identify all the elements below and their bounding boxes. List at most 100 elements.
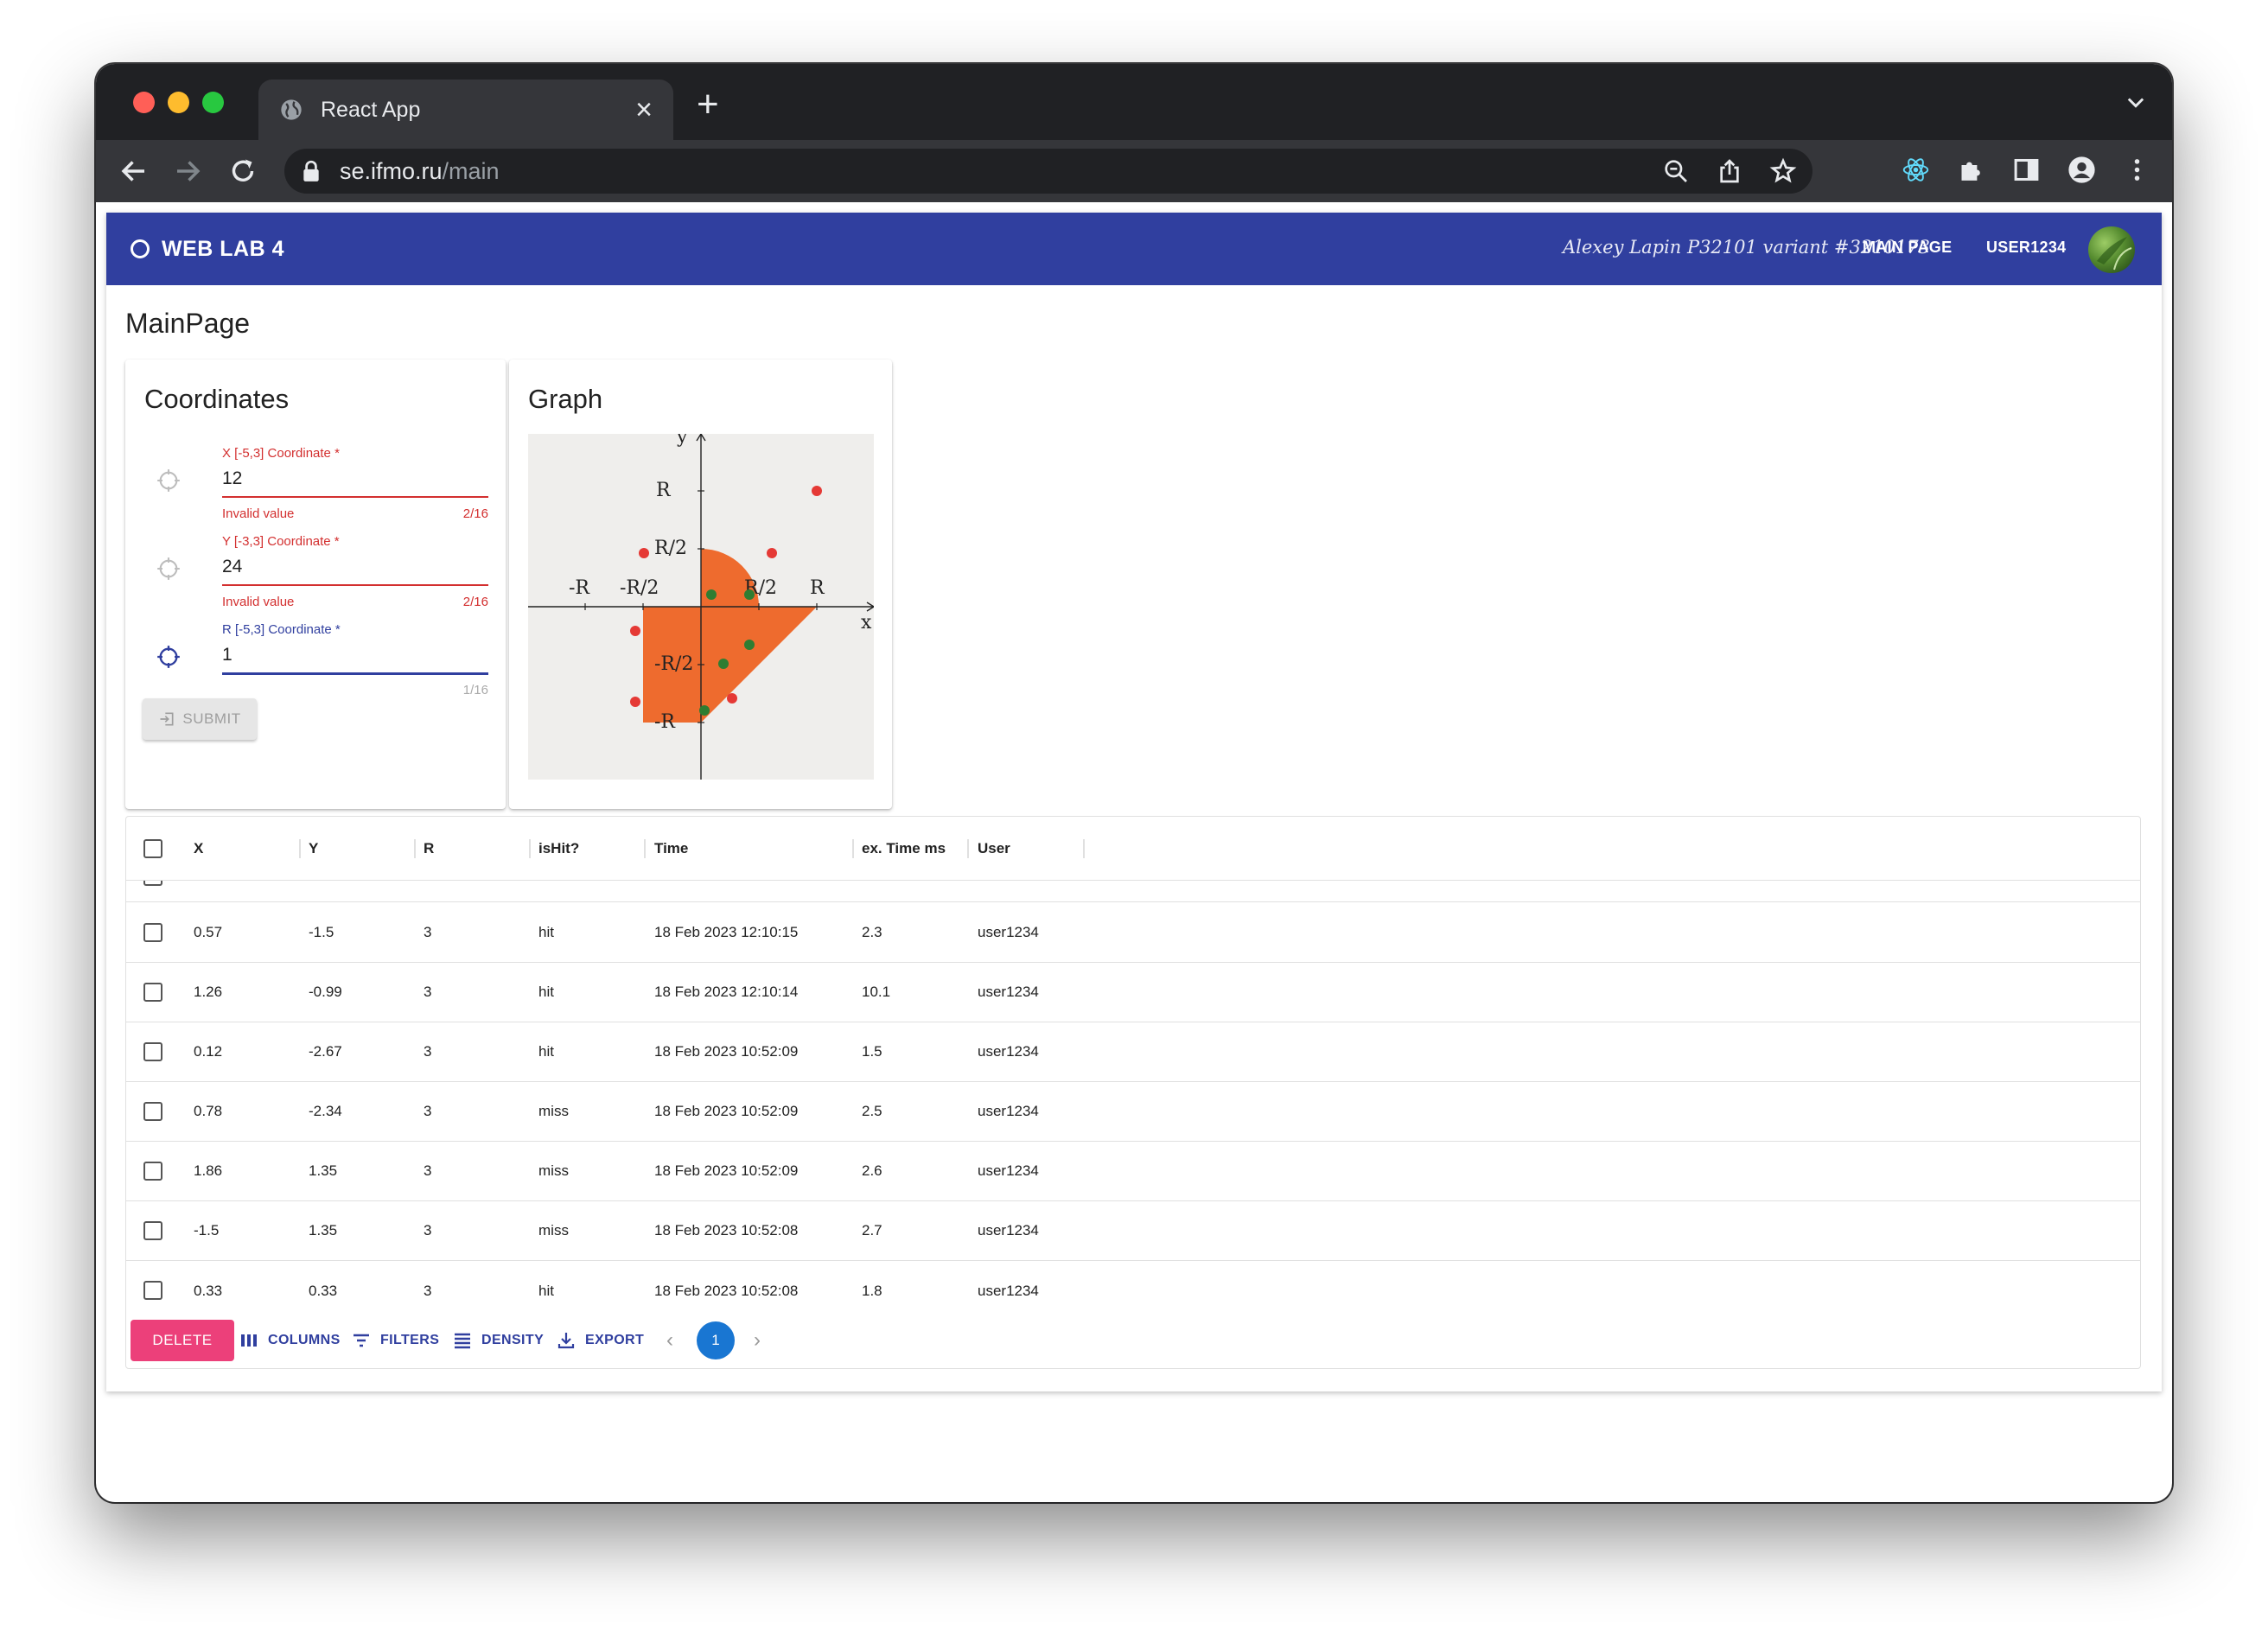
row-checkbox[interactable] [143, 923, 162, 942]
density-button[interactable]: DENSITY [452, 1330, 544, 1351]
address-bar[interactable]: se.ifmo.ru/main [284, 149, 1812, 194]
r-char-count: 1/16 [462, 683, 488, 697]
cell-y: 0.33 [309, 1282, 338, 1299]
y-coordinate-field: Y [-3,3] Coordinate * Invalid value 2/16 [125, 534, 506, 621]
cell-x: 1.86 [194, 1162, 223, 1179]
x-input[interactable] [222, 468, 481, 489]
cell-user: user1234 [978, 1282, 1039, 1299]
sidepanel-icon[interactable] [2012, 156, 2041, 184]
submit-button[interactable]: SUBMIT [143, 698, 257, 740]
row-checkbox[interactable] [143, 1221, 162, 1240]
forward-arrow-icon[interactable] [172, 156, 203, 187]
table-row[interactable]: 0.12 -2.67 3 hit 18 Feb 2023 10:52:09 1.5 user… [126, 1022, 2140, 1082]
columns-button[interactable]: COLUMNS [239, 1330, 341, 1351]
user-button[interactable]: USER1234 [1986, 239, 2066, 257]
cell-x: 0.57 [194, 924, 223, 940]
delete-button[interactable]: DELETE [131, 1320, 234, 1361]
column-header-y[interactable]: Y [309, 817, 318, 880]
miss-point [630, 697, 640, 707]
r-top-label: R [656, 480, 672, 501]
table-row[interactable]: 0.57 -1.5 3 hit 18 Feb 2023 12:10:15 2.3 user1… [126, 903, 2140, 963]
density-icon [455, 1333, 470, 1349]
miss-point [812, 486, 822, 496]
cell-user: user1234 [978, 924, 1039, 940]
share-icon[interactable] [1716, 157, 1743, 185]
brand[interactable]: WEB LAB 4 [131, 237, 284, 262]
column-header-r[interactable]: R [424, 817, 434, 880]
browser-tab[interactable]: React App × [258, 80, 673, 140]
row-checkbox[interactable] [143, 1102, 162, 1121]
table-row[interactable]: -1.5 1.35 3 miss 18 Feb 2023 10:52:08 2.7 user… [126, 1201, 2140, 1261]
table-row[interactable]: 1.86 1.35 3 miss 18 Feb 2023 10:52:09 2.6 user… [126, 1142, 2140, 1201]
column-header-exec-time[interactable]: ex. Time ms [862, 817, 946, 880]
table-row[interactable]: 0.33 0.33 3 hit 18 Feb 2023 10:52:08 1.8 user1… [126, 1261, 2140, 1321]
zoom-icon[interactable] [1662, 157, 1690, 185]
neg-r-bottom-label: -R [654, 711, 676, 733]
cell-ishit: hit [538, 984, 554, 1000]
hit-point [718, 659, 729, 669]
r-input[interactable] [222, 645, 481, 665]
r-label: R [-5,3] Coordinate * [222, 622, 341, 637]
cell-exec-time: 2.7 [862, 1222, 882, 1238]
star-icon[interactable] [1769, 157, 1797, 185]
r-right-label: R [810, 577, 825, 599]
row-checkbox[interactable] [143, 1042, 162, 1061]
maximize-window-button[interactable] [202, 92, 224, 113]
reload-icon[interactable] [227, 156, 258, 187]
filters-button[interactable]: FILTERS [351, 1330, 439, 1351]
cell-r: 3 [424, 984, 432, 1000]
y-input[interactable] [222, 557, 481, 577]
density-label: DENSITY [481, 1333, 545, 1347]
table-row[interactable]: 1.26 -0.99 3 hit 18 Feb 2023 12:10:14 10.1 use… [126, 963, 2140, 1022]
chevron-down-icon[interactable] [2124, 90, 2148, 114]
filters-label: FILTERS [380, 1333, 440, 1347]
cell-r: 3 [424, 1043, 432, 1060]
tab-strip: React App × + [96, 64, 2172, 140]
column-header-user[interactable]: User [978, 817, 1010, 880]
close-window-button[interactable] [133, 92, 155, 113]
row-checkbox[interactable] [143, 1162, 162, 1181]
next-page-icon[interactable]: › [754, 1328, 761, 1353]
minimize-window-button[interactable] [168, 92, 189, 113]
cell-exec-time: 2.5 [862, 1103, 882, 1119]
kebab-menu-icon[interactable] [2123, 156, 2151, 184]
graph-card: Graph y x R R/2 -R -R/2 R/2 R -R/2 -R [509, 360, 892, 809]
column-header-x[interactable]: X [194, 817, 203, 880]
column-header-time[interactable]: Time [654, 817, 688, 880]
row-checkbox[interactable] [143, 983, 162, 1002]
y-label: Y [-3,3] Coordinate * [222, 534, 340, 549]
cell-ishit: miss [538, 1222, 569, 1238]
x-axis-label: x [861, 612, 872, 634]
page-number-button[interactable]: 1 [697, 1321, 735, 1359]
cell-time: 18 Feb 2023 12:10:14 [654, 984, 799, 1000]
cell-r: 3 [424, 1282, 432, 1299]
column-header-ishit[interactable]: isHit? [538, 817, 579, 880]
cell-time: 18 Feb 2023 12:10:15 [654, 924, 799, 940]
graph-canvas[interactable]: y x R R/2 -R -R/2 R/2 R -R/2 -R [528, 434, 874, 780]
brand-title: WEB LAB 4 [162, 236, 284, 261]
profile-icon[interactable] [2067, 156, 2096, 184]
select-all-checkbox[interactable] [143, 839, 162, 858]
previous-page-icon[interactable]: ‹ [666, 1328, 673, 1353]
avatar[interactable] [2088, 226, 2135, 273]
y-underline [222, 584, 488, 586]
browser-window: React App × + se.ifmo.ru/main WEB LAB 4 … [96, 64, 2172, 1502]
row-checkbox[interactable] [143, 1281, 162, 1300]
y-char-count: 2/16 [462, 595, 488, 609]
back-arrow-icon[interactable] [118, 156, 150, 187]
url-host: se.ifmo.ru [340, 157, 443, 184]
globe-icon [281, 99, 302, 120]
table-row[interactable]: 0.78 -2.34 3 miss 18 Feb 2023 10:52:09 2.5 use… [126, 1082, 2140, 1142]
main-page-button[interactable]: MAIN PAGE [1863, 239, 1952, 257]
puzzle-icon[interactable] [1957, 156, 1985, 184]
cell-exec-time: 10.1 [862, 984, 891, 1000]
cell-ishit: hit [538, 924, 554, 940]
cell-y: -1.5 [309, 924, 334, 940]
cell-time: 18 Feb 2023 10:52:09 [654, 1162, 799, 1179]
export-button[interactable]: EXPORT [556, 1330, 644, 1351]
close-icon[interactable]: × [635, 95, 653, 124]
cell-x: 1.26 [194, 984, 223, 1000]
plus-icon[interactable]: + [697, 83, 719, 126]
react-devtools-icon[interactable] [1902, 156, 1930, 184]
results-table: X Y R isHit? Time ex. Time ms User 0.57 -… [125, 816, 2141, 1369]
